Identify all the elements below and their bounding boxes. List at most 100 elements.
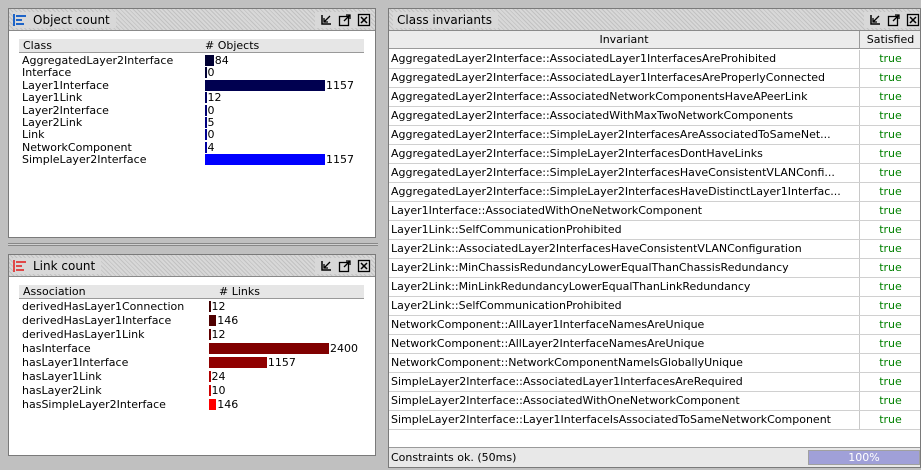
status-bar: Constraints ok. (50ms) 100% [389,447,920,467]
object-count-value: 1157 [326,78,354,92]
invariant-name: Layer1Link::SelfCommunicationProhibited [390,221,860,239]
invariant-name: NetworkComponent::AllLayer2InterfaceName… [390,335,860,353]
satisfied-value: true [879,223,902,236]
table-row[interactable]: SimpleLayer2Interface::AssociatedWithOne… [389,392,920,411]
close-icon[interactable] [906,13,920,27]
table-row[interactable]: AggregatedLayer2Interface::SimpleLayer2I… [389,183,920,202]
class-invariants-titlebar[interactable]: Class invariants [389,9,920,31]
panel-splitter[interactable] [8,243,378,246]
class-invariants-window-buttons [864,12,920,28]
object-count-panel: Object count Class # Objects AggregatedL… [8,8,376,238]
association-label: hasSimpleLayer2Interface [22,398,166,411]
table-row[interactable]: NetworkComponent::AllLayer2InterfaceName… [389,335,920,354]
object-count-value: 84 [214,54,229,67]
maximize-icon[interactable] [887,13,901,27]
satisfied-value: true [879,261,902,274]
association-label: derivedHasLayer1Connection [22,300,185,313]
object-class-label: Layer1Interface [22,78,109,92]
satisfied-value: true [879,166,902,179]
object-count-title-wrap: Object count [13,12,116,28]
invariant-name: Layer2Link::SelfCommunicationProhibited [390,297,860,315]
class-invariants-title-wrap: Class invariants [393,12,498,28]
object-count-bar [205,67,207,79]
table-row[interactable]: SimpleLayer2Interface::AssociatedLayer1I… [389,373,920,392]
restore-icon[interactable] [319,259,333,273]
object-class-label: Layer2Interface [22,103,109,117]
class-invariants-panel: Class invariants Invariant Satisfied Agg… [388,8,921,468]
satisfied-value: true [879,318,902,331]
col-satisfied[interactable]: Satisfied [861,31,920,49]
table-row[interactable]: AggregatedLayer2Interface::SimpleLayer2I… [389,145,920,164]
association-label: hasInterface [22,342,91,355]
status-text: Constraints ok. (50ms) [391,451,517,464]
association-label: hasLayer1Interface [22,356,129,369]
link-count-title-wrap: Link count [13,258,102,274]
table-row[interactable]: NetworkComponent::NetworkComponentNameIs… [389,354,920,373]
invariant-name: Layer2Link::AssociatedLayer2InterfacesHa… [390,240,860,258]
link-count-value: 2400 [330,342,358,355]
restore-icon[interactable] [319,13,333,27]
table-row[interactable]: AggregatedLayer2Interface::AssociatedWit… [389,107,920,126]
satisfied-value: true [879,204,902,217]
satisfied-value: true [879,356,902,369]
col-association: Association [23,285,86,298]
invariant-name: Layer2Link::MinLinkRedundancyLowerEqualT… [390,278,860,296]
link-count-bar [209,371,211,382]
invariants-header: Invariant Satisfied [389,31,920,49]
invariant-name: AggregatedLayer2Interface::SimpleLayer2I… [390,145,860,163]
association-label: hasLayer2Link [22,384,102,397]
invariant-name: AggregatedLayer2Interface::AssociatedNet… [390,88,860,106]
invariant-name: AggregatedLayer2Interface::AssociatedLay… [390,50,860,68]
col-links: # Links [219,285,260,298]
close-icon[interactable] [357,13,371,27]
object-count-value: 1157 [326,153,354,167]
satisfied-value: true [879,147,902,160]
object-class-label: Layer2Link [22,116,83,129]
object-count-value: 0 [207,103,215,117]
object-count-window-buttons [315,12,371,28]
col-invariant[interactable]: Invariant [389,31,860,49]
object-count-value: 4 [207,140,215,154]
invariant-name: Layer1Interface::AssociatedWithOneNetwor… [390,202,860,220]
table-row[interactable]: AggregatedLayer2Interface::AssociatedLay… [389,69,920,88]
table-row[interactable]: Layer2Link::AssociatedLayer2InterfacesHa… [389,240,920,259]
link-count-value: 12 [211,300,226,313]
table-row[interactable]: AggregatedLayer2Interface::AssociatedLay… [389,50,920,69]
object-count-value: 0 [207,66,215,80]
table-row[interactable]: Layer2Link::SelfCommunicationProhibited t… [389,297,920,316]
restore-icon[interactable] [868,13,882,27]
class-invariants-title: Class invariants [397,13,492,27]
object-count-header: Class # Objects [19,39,364,53]
table-row[interactable]: AggregatedLayer2Interface::SimpleLayer2I… [389,164,920,183]
col-class: Class [23,39,52,52]
object-class-label: Interface [22,66,72,80]
object-class-label: AggregatedLayer2Interface [22,54,174,67]
link-count-bar [209,301,211,312]
table-row[interactable]: Layer2Link::MinLinkRedundancyLowerEqualT… [389,278,920,297]
object-count-titlebar[interactable]: Object count [9,9,375,31]
satisfied-value: true [879,337,902,350]
table-row[interactable]: NetworkComponent::AllLayer1InterfaceName… [389,316,920,335]
link-count-value: 146 [217,314,239,327]
table-row[interactable]: AggregatedLayer2Interface::SimpleLayer2I… [389,126,920,145]
invariant-name: AggregatedLayer2Interface::SimpleLayer2I… [390,183,860,201]
link-count-window-buttons [315,258,371,274]
link-count-titlebar[interactable]: Link count [9,255,375,277]
link-count-bar [209,385,211,396]
satisfied-value: true [879,185,902,198]
table-row[interactable]: Layer1Interface::AssociatedWithOneNetwor… [389,202,920,221]
object-count-bar [205,117,207,128]
association-label: derivedHasLayer1Link [22,328,145,341]
satisfied-value: true [879,52,902,65]
link-count-bar [209,357,267,368]
table-row[interactable]: SimpleLayer2Interface::Layer1InterfaceIs… [389,411,920,430]
satisfied-value: true [879,109,902,122]
bar-chart-icon [13,14,26,26]
maximize-icon[interactable] [338,259,352,273]
table-row[interactable]: Layer1Link::SelfCommunicationProhibited t… [389,221,920,240]
close-icon[interactable] [357,259,371,273]
table-row[interactable]: Layer2Link::MinChassisRedundancyLowerEqu… [389,259,920,278]
maximize-icon[interactable] [338,13,352,27]
table-row[interactable]: AggregatedLayer2Interface::AssociatedNet… [389,88,920,107]
invariant-name: SimpleLayer2Interface::Layer1InterfaceIs… [390,411,860,429]
